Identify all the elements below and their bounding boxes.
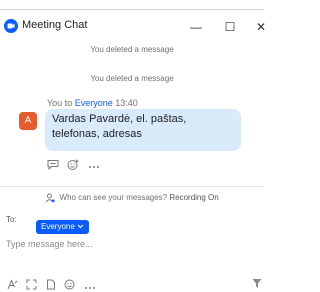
message-input[interactable]: Type message here... (6, 237, 256, 251)
person-icon (45, 193, 55, 203)
composer-toolbar (7, 277, 100, 292)
to-label: To: (6, 215, 17, 224)
minimize-button[interactable]: — (185, 16, 207, 38)
deleted-message-notice: You deleted a message (90, 45, 174, 54)
visibility-notice[interactable]: Who can see your messages? Recording On (0, 191, 264, 205)
message-bubble[interactable]: Vardas Pavardė, el. paštas, telefonas, a… (45, 109, 241, 151)
close-button[interactable]: ✕ (250, 16, 272, 38)
recipient-value: Everyone (41, 222, 75, 231)
screenshot-icon[interactable] (26, 279, 37, 292)
visibility-question: Who can see your messages? (59, 193, 168, 202)
window-title: Meeting Chat (22, 19, 88, 31)
file-icon[interactable] (46, 279, 56, 292)
recipient-dropdown[interactable]: Everyone (36, 220, 90, 234)
message-actions (47, 158, 104, 173)
section-divider (0, 186, 264, 187)
message-time: 13:40 (115, 98, 138, 108)
avatar: A (19, 112, 37, 130)
title-bar: Meeting Chat — ☐ ✕ (0, 16, 266, 38)
deleted-message-notice: You deleted a message (90, 74, 174, 83)
emoji-icon[interactable] (64, 279, 75, 292)
sender-prefix: You to (47, 98, 75, 108)
message-recipient[interactable]: Everyone (75, 98, 113, 108)
reply-thread-icon[interactable] (47, 159, 59, 174)
send-icon[interactable] (252, 276, 262, 288)
message-sender-line: You to Everyone 13:40 (47, 98, 138, 108)
chevron-down-icon (77, 222, 84, 231)
more-icon[interactable] (84, 282, 96, 292)
recording-status: Recording On (169, 193, 219, 202)
format-icon[interactable] (7, 279, 18, 292)
maximize-button[interactable]: ☐ (219, 16, 241, 38)
top-divider (0, 9, 264, 10)
add-reaction-icon[interactable] (67, 159, 79, 175)
more-icon[interactable] (88, 161, 100, 173)
zoom-logo-icon (4, 19, 18, 33)
